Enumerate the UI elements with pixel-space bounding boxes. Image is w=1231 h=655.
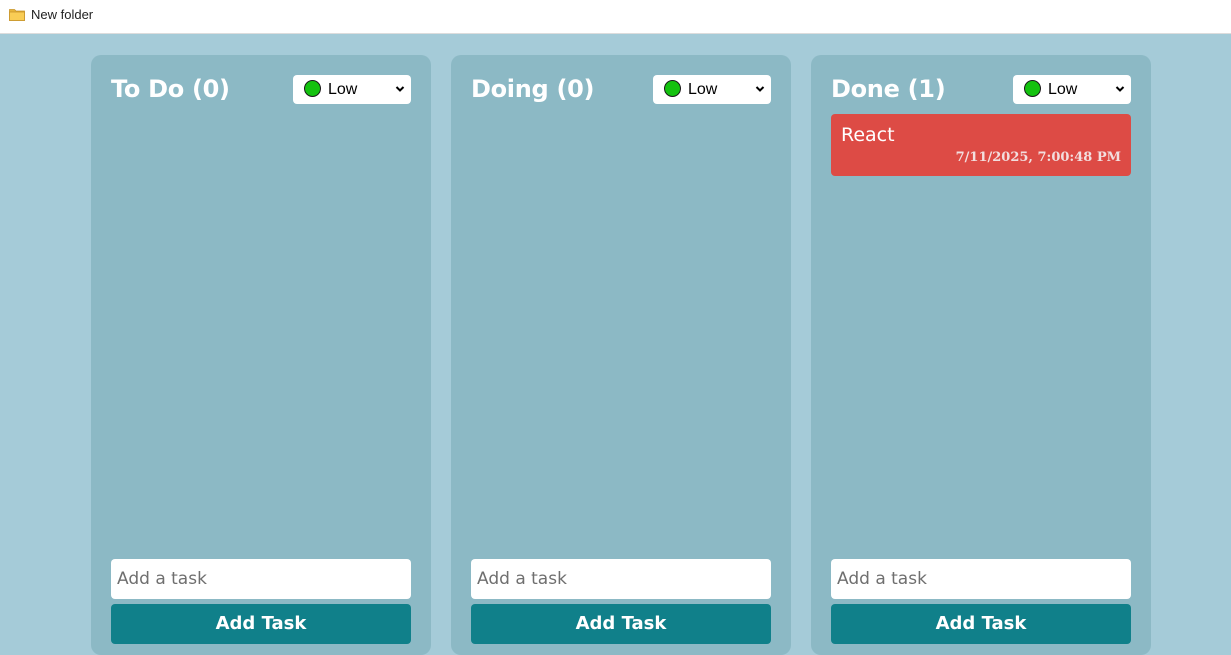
add-task-button[interactable]: Add Task (471, 604, 771, 644)
task-card[interactable]: React 7/11/2025, 7:00:48 PM (831, 114, 1131, 176)
priority-select[interactable]: Low (653, 75, 771, 104)
column-title: Done (1) (831, 75, 946, 103)
column-todo: To Do (0) Low Add Task (91, 55, 431, 655)
add-task-input[interactable] (111, 559, 411, 599)
priority-low-icon (304, 80, 321, 97)
priority-label: Low (328, 81, 358, 98)
column-doing: Doing (0) Low Add Task (451, 55, 791, 655)
column-done: Done (1) Low React 7/11/2025, 7:00:48 PM… (811, 55, 1151, 655)
chevron-down-icon (755, 86, 765, 92)
chevron-down-icon (395, 86, 405, 92)
window-titlebar: New folder (0, 0, 1231, 34)
add-task-input[interactable] (831, 559, 1131, 599)
column-title: To Do (0) (111, 75, 230, 103)
column-title: Doing (0) (471, 75, 595, 103)
priority-low-icon (1024, 80, 1041, 97)
kanban-board: To Do (0) Low Add Task Doing (0) Low Add… (0, 35, 1231, 655)
priority-label: Low (688, 81, 718, 98)
chevron-down-icon (1115, 86, 1125, 92)
add-task-button[interactable]: Add Task (111, 604, 411, 644)
priority-label: Low (1048, 81, 1078, 98)
window-title: New folder (31, 7, 94, 22)
priority-select[interactable]: Low (293, 75, 411, 104)
folder-icon (9, 9, 25, 21)
priority-low-icon (664, 80, 681, 97)
add-task-button[interactable]: Add Task (831, 604, 1131, 644)
priority-select[interactable]: Low (1013, 75, 1131, 104)
add-task-input[interactable] (471, 559, 771, 599)
task-title: React (841, 124, 895, 146)
task-timestamp: 7/11/2025, 7:00:48 PM (955, 150, 1121, 165)
